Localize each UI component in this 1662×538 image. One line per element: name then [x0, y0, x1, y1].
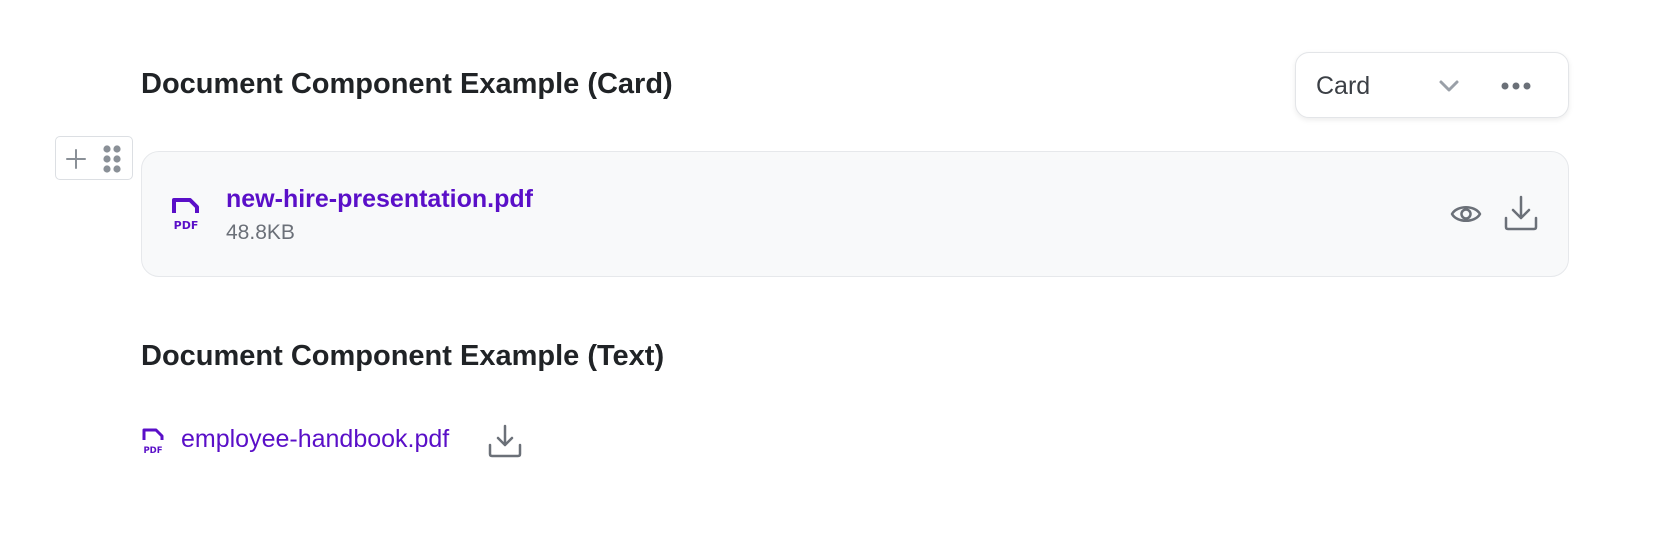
pdf-file-icon: PDF [170, 196, 202, 232]
drag-handle-icon[interactable] [100, 143, 124, 175]
block-handle[interactable] [55, 136, 133, 180]
eye-icon[interactable] [1449, 197, 1483, 231]
pdf-file-icon: PDF [141, 427, 165, 455]
card-section-title: Document Component Example (Card) [141, 68, 673, 100]
view-mode-select[interactable]: Card [1295, 52, 1569, 118]
plus-icon[interactable] [64, 147, 88, 171]
document-name-link[interactable]: new-hire-presentation.pdf [226, 184, 533, 214]
document-card[interactable]: PDF new-hire-presentation.pdf 48.8KB [141, 151, 1569, 277]
download-icon[interactable] [1503, 194, 1539, 232]
svg-text:PDF: PDF [174, 219, 199, 232]
page: Document Component Example (Card) Card P… [0, 0, 1662, 538]
view-mode-value: Card [1316, 72, 1371, 100]
text-section-title: Document Component Example (Text) [141, 340, 665, 372]
download-icon[interactable] [487, 423, 523, 459]
document-size: 48.8KB [226, 221, 295, 244]
document-text-link[interactable]: employee-handbook.pdf [181, 424, 449, 454]
svg-text:PDF: PDF [143, 446, 162, 455]
more-horizontal-icon[interactable] [1499, 73, 1533, 99]
chevron-down-icon[interactable] [1436, 73, 1462, 99]
